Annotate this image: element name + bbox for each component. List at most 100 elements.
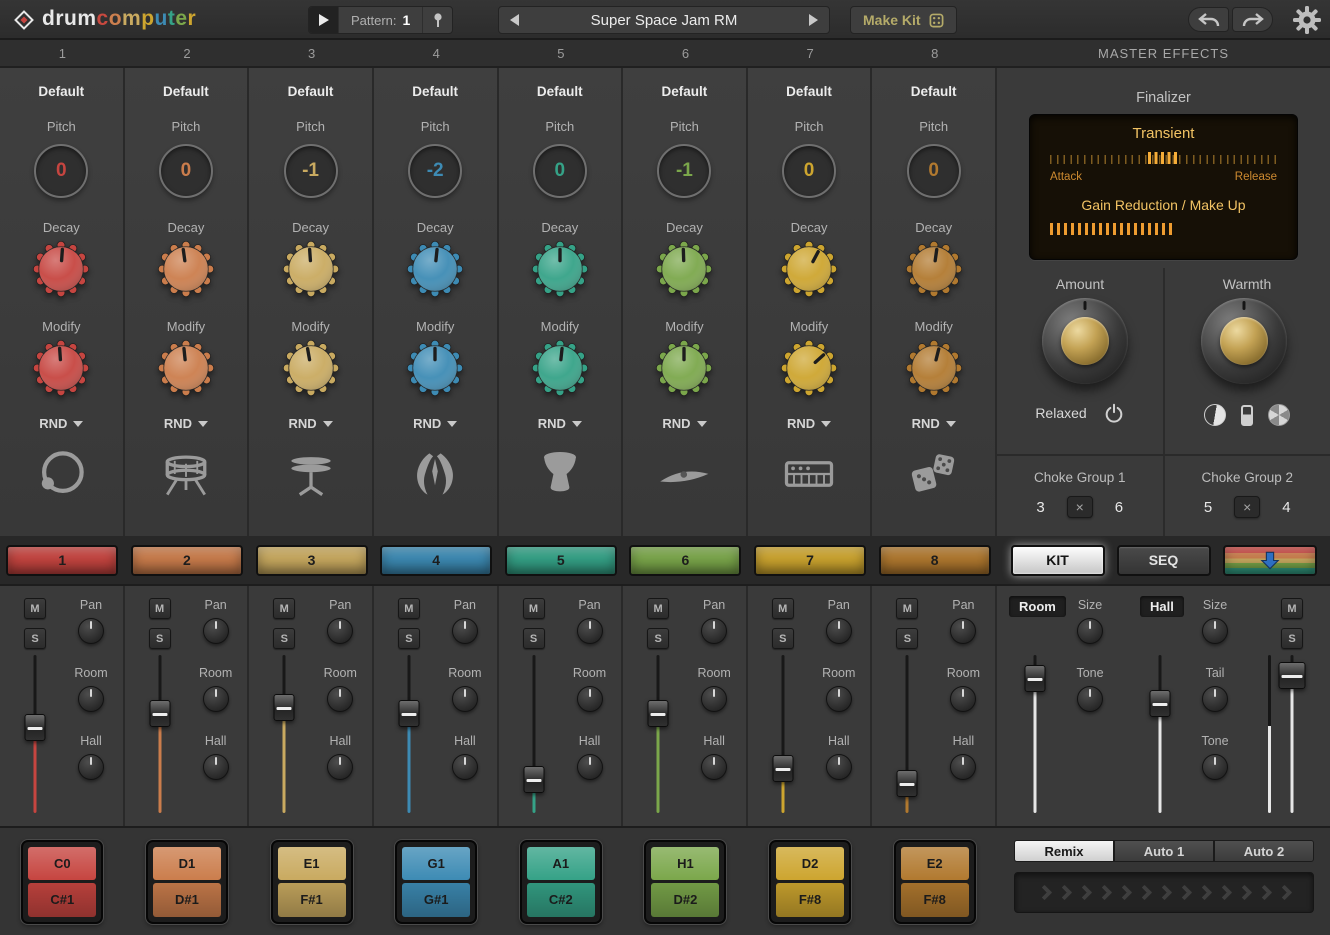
hall-send-knob[interactable] — [577, 754, 603, 780]
volume-fader[interactable] — [397, 655, 421, 813]
finalizer-display[interactable]: Transient Attack Release Gain Reduction … — [1029, 114, 1298, 260]
room-send-knob[interactable] — [701, 686, 727, 712]
note-top[interactable]: G1 — [402, 847, 470, 881]
note-top[interactable]: D1 — [153, 847, 221, 881]
pitch-knob[interactable]: 0 — [159, 144, 213, 198]
snare-drum-icon[interactable] — [156, 443, 216, 505]
pitch-knob[interactable]: 0 — [907, 144, 961, 198]
room-tone-knob[interactable] — [1077, 686, 1103, 712]
hall-send-knob[interactable] — [826, 754, 852, 780]
auto1-button[interactable]: Auto 1 — [1114, 840, 1214, 862]
modify-knob[interactable] — [407, 340, 463, 396]
settings-button[interactable] — [1292, 5, 1322, 40]
note-pad[interactable]: E2 F#8 — [894, 840, 976, 924]
ball-icon[interactable] — [1268, 404, 1290, 426]
fader-cap[interactable] — [149, 700, 170, 727]
rnd-dropdown[interactable]: RND — [413, 416, 457, 431]
pan-knob[interactable] — [577, 618, 603, 644]
undo-button[interactable] — [1188, 7, 1229, 32]
drum-pad[interactable]: 6 — [629, 545, 741, 576]
fader-cap[interactable] — [25, 714, 46, 741]
room-send-knob[interactable] — [950, 686, 976, 712]
hall-tone-knob[interactable] — [1202, 754, 1228, 780]
rnd-dropdown[interactable]: RND — [662, 416, 706, 431]
pitch-knob[interactable]: -1 — [657, 144, 711, 198]
power-icon[interactable] — [1103, 402, 1125, 424]
solo-button[interactable]: S — [398, 628, 420, 649]
note-top[interactable]: E2 — [901, 847, 969, 881]
hall-tab[interactable]: Hall — [1140, 596, 1184, 617]
note-pad[interactable]: C0 C#1 — [21, 840, 103, 924]
hihat-icon[interactable] — [281, 443, 341, 505]
pan-knob[interactable] — [203, 618, 229, 644]
note-bottom[interactable]: F#8 — [901, 883, 969, 917]
hall-tail-knob[interactable] — [1202, 686, 1228, 712]
note-top[interactable]: E1 — [278, 847, 346, 881]
kick-drum-icon[interactable] — [31, 443, 91, 505]
preset-name[interactable]: Super Space Jam RM — [591, 12, 738, 29]
warmth-knob[interactable] — [1201, 298, 1287, 384]
decay-knob[interactable] — [283, 241, 339, 297]
master-solo-button[interactable]: S — [1281, 628, 1303, 649]
room-send-knob[interactable] — [78, 686, 104, 712]
compressor-mode-selector[interactable]: Relaxed — [1035, 405, 1086, 421]
hall-size-knob[interactable] — [1202, 618, 1228, 644]
volume-fader[interactable] — [771, 655, 795, 813]
keyboard-icon[interactable] — [779, 443, 839, 505]
note-bottom[interactable]: F#8 — [776, 883, 844, 917]
rnd-dropdown[interactable]: RND — [39, 416, 83, 431]
decay-knob[interactable] — [656, 241, 712, 297]
room-send-knob[interactable] — [577, 686, 603, 712]
pin-button[interactable] — [422, 7, 452, 33]
mute-button[interactable]: M — [896, 598, 918, 619]
fader-cap[interactable] — [772, 755, 793, 782]
choke1-value-b[interactable]: 6 — [1115, 499, 1123, 516]
choke1-clear-button[interactable]: × — [1067, 496, 1093, 518]
master-mute-button[interactable]: M — [1281, 598, 1303, 619]
modify-knob[interactable] — [656, 340, 712, 396]
note-pad[interactable]: A1 C#2 — [520, 840, 602, 924]
modify-knob[interactable] — [33, 340, 89, 396]
fader-cap[interactable] — [897, 770, 918, 797]
preset-selector[interactable]: Default — [412, 84, 458, 99]
mute-button[interactable]: M — [149, 598, 171, 619]
mute-button[interactable]: M — [398, 598, 420, 619]
mute-button[interactable]: M — [24, 598, 46, 619]
fader-cap[interactable] — [648, 700, 669, 727]
fader-cap[interactable] — [274, 694, 295, 721]
hall-send-knob[interactable] — [327, 754, 353, 780]
modify-knob[interactable] — [532, 340, 588, 396]
modify-knob[interactable] — [781, 340, 837, 396]
decay-knob[interactable] — [532, 241, 588, 297]
note-pad[interactable]: D1 D#1 — [146, 840, 228, 924]
amount-knob[interactable] — [1042, 298, 1128, 384]
choke2-value-b[interactable]: 4 — [1282, 499, 1290, 516]
volume-fader[interactable] — [522, 655, 546, 813]
drum-pad[interactable]: 4 — [380, 545, 492, 576]
hall-send-knob[interactable] — [701, 754, 727, 780]
master-volume-fader[interactable] — [1280, 655, 1304, 813]
dice-icon[interactable] — [904, 443, 964, 505]
note-pad[interactable]: E1 F#1 — [271, 840, 353, 924]
clap-icon[interactable] — [405, 443, 465, 505]
preset-selector[interactable]: Default — [911, 84, 957, 99]
mute-button[interactable]: M — [273, 598, 295, 619]
pan-knob[interactable] — [327, 618, 353, 644]
decay-knob[interactable] — [407, 241, 463, 297]
solo-button[interactable]: S — [896, 628, 918, 649]
preset-selector[interactable]: Default — [537, 84, 583, 99]
preset-selector[interactable]: Default — [38, 84, 84, 99]
pan-knob[interactable] — [950, 618, 976, 644]
room-send-knob[interactable] — [826, 686, 852, 712]
pan-knob[interactable] — [452, 618, 478, 644]
drum-pad[interactable]: 5 — [505, 545, 617, 576]
volume-fader[interactable] — [23, 655, 47, 813]
decay-knob[interactable] — [781, 241, 837, 297]
mute-button[interactable]: M — [772, 598, 794, 619]
solo-button[interactable]: S — [772, 628, 794, 649]
pitch-knob[interactable]: -1 — [284, 144, 338, 198]
hall-send-knob[interactable] — [203, 754, 229, 780]
note-pad[interactable]: D2 F#8 — [769, 840, 851, 924]
hall-send-knob[interactable] — [950, 754, 976, 780]
pitch-knob[interactable]: -2 — [408, 144, 462, 198]
